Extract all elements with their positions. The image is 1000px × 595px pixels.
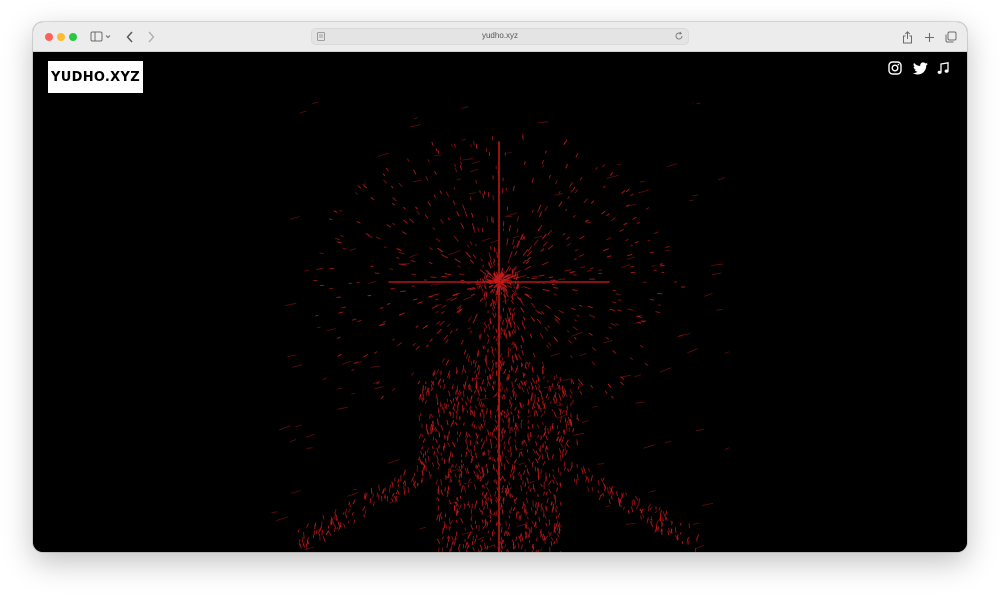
- new-tab-button[interactable]: [921, 29, 937, 45]
- share-button[interactable]: [899, 29, 915, 45]
- close-window-button[interactable]: [45, 33, 53, 41]
- tabs-icon: [945, 31, 957, 43]
- address-bar[interactable]: yudho.xyz: [311, 28, 689, 45]
- minimize-window-button[interactable]: [57, 33, 65, 41]
- zoom-window-button[interactable]: [69, 33, 77, 41]
- instagram-icon: [888, 61, 902, 75]
- back-button[interactable]: [123, 29, 137, 45]
- url-text: yudho.xyz: [481, 31, 519, 40]
- logo-text: YUDHO.XYZ: [51, 69, 140, 85]
- twitter-link[interactable]: [912, 60, 928, 76]
- chevron-left-icon: [126, 31, 133, 43]
- page-content: YUDHO.XYZ: [33, 52, 967, 552]
- reload-icon[interactable]: [674, 31, 684, 41]
- music-note-icon: [937, 61, 949, 74]
- forward-button[interactable]: [144, 29, 158, 45]
- sidebar-icon: [90, 31, 111, 42]
- plus-icon: [924, 32, 934, 42]
- sidebar-toggle-button[interactable]: [88, 29, 114, 45]
- chevron-right-icon: [148, 31, 155, 43]
- music-link[interactable]: [935, 60, 951, 76]
- twitter-icon: [912, 61, 928, 74]
- share-icon: [902, 30, 912, 43]
- red-figure-artwork: [271, 102, 729, 552]
- instagram-link[interactable]: [887, 60, 903, 76]
- tab-overview-button[interactable]: [943, 29, 959, 45]
- site-logo[interactable]: YUDHO.XYZ: [48, 61, 143, 93]
- browser-toolbar: yudho.xyz: [33, 22, 967, 52]
- browser-window: yudho.xyz YUDHO.XYZ: [33, 22, 967, 552]
